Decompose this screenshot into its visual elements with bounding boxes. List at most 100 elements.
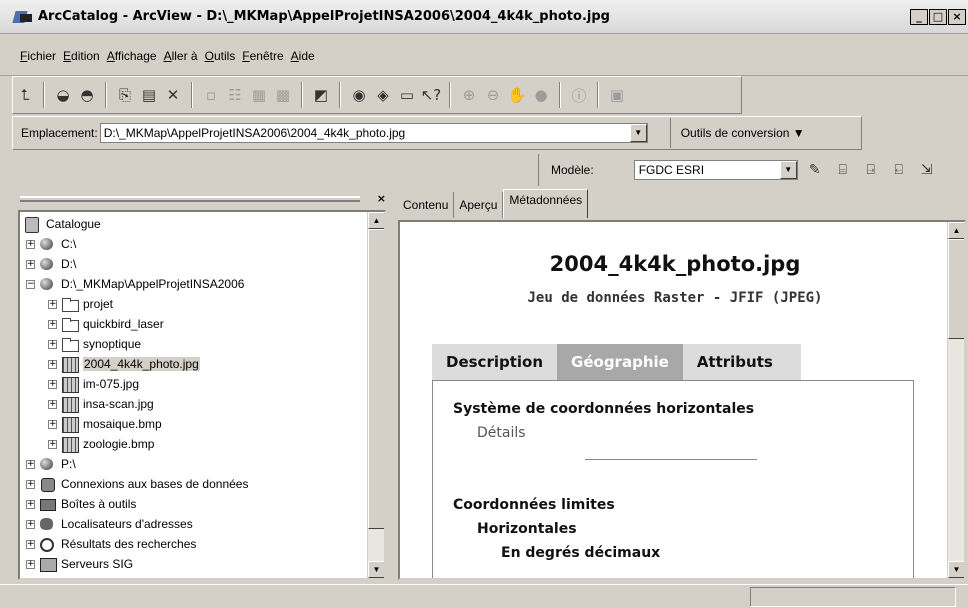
tree-item-address-locators[interactable]: + Localisateurs d'adresses xyxy=(26,514,193,534)
menu-aller-a[interactable]: Aller à xyxy=(164,49,198,63)
scroll-thumb[interactable] xyxy=(368,229,384,529)
scroll-up-icon[interactable]: ▲ xyxy=(948,222,964,239)
tree-item-im-075[interactable]: + im-075.jpg xyxy=(48,374,139,394)
tree-item-catalogue[interactable]: Catalogue xyxy=(24,214,101,234)
edit-metadata-icon[interactable]: ✎ xyxy=(804,162,826,178)
tree-item-projet[interactable]: + projet xyxy=(48,294,113,314)
expand-icon[interactable]: + xyxy=(26,479,35,489)
tab-description[interactable]: Description xyxy=(432,344,558,380)
zoom-out-icon[interactable]: ⊖ xyxy=(482,84,504,106)
expand-icon[interactable]: + xyxy=(48,339,57,349)
tree-item-synoptique[interactable]: + synoptique xyxy=(48,334,141,354)
menu-fenetre[interactable]: Fenêtre xyxy=(242,49,283,63)
menu-affichage[interactable]: Affichage xyxy=(107,49,157,63)
tree-scrollbar[interactable]: ▲ ▼ xyxy=(367,212,384,578)
arctoolbox-icon[interactable]: ◈ xyxy=(372,84,394,106)
folder-icon xyxy=(61,337,79,352)
tree-item-db-connections[interactable]: + Connexions aux bases de données xyxy=(26,474,248,494)
tree-item-appelprojet-folder[interactable]: − D:\_MKMap\AppelProjetINSA2006 xyxy=(26,274,244,294)
maximize-button[interactable]: □ xyxy=(929,9,947,25)
tree-item-label: im-075.jpg xyxy=(83,377,140,391)
export-metadata-icon[interactable]: ⍇ xyxy=(888,162,910,178)
menu-aide[interactable]: Aide xyxy=(291,49,315,63)
conversion-tools-button[interactable]: Outils de conversion ▼ xyxy=(669,118,815,148)
expand-icon[interactable]: + xyxy=(26,259,35,269)
tree-item-mosaique[interactable]: + mosaique.bmp xyxy=(48,414,162,434)
tab-attributs[interactable]: Attributs xyxy=(682,344,801,380)
tree-item-2004-photo[interactable]: + 2004_4k4k_photo.jpg xyxy=(48,354,200,374)
toolbar-separator xyxy=(191,82,193,108)
thumbnails-icon[interactable]: ▩ xyxy=(272,84,294,106)
details-icon[interactable]: ▦ xyxy=(248,84,270,106)
list-icon[interactable]: ☷ xyxy=(224,84,246,106)
tree-item-gis-servers[interactable]: + Serveurs SIG xyxy=(26,554,133,574)
chevron-down-icon[interactable]: ▼ xyxy=(779,161,797,179)
tab-geographie[interactable]: Géographie xyxy=(557,344,683,380)
pan-icon[interactable]: ✋ xyxy=(506,84,528,106)
update-metadata-icon[interactable]: ⇲ xyxy=(916,162,938,178)
drive-icon xyxy=(39,257,57,271)
expand-icon[interactable]: + xyxy=(48,319,57,329)
tree-item-c-drive[interactable]: + C:\ xyxy=(26,234,76,254)
scroll-thumb[interactable] xyxy=(948,239,964,339)
metadata-scrollbar[interactable]: ▲ ▼ xyxy=(947,222,964,578)
import-metadata-icon[interactable]: ⍈ xyxy=(860,162,882,178)
command-line-icon[interactable]: ▭ xyxy=(396,84,418,106)
menu-fichier[interactable]: Fichier xyxy=(20,49,56,63)
tab-metadonnees[interactable]: Métadonnées xyxy=(503,189,589,218)
expand-icon[interactable]: + xyxy=(26,459,35,469)
tree-item-quickbird-laser[interactable]: + quickbird_laser xyxy=(48,314,164,334)
close-button[interactable]: × xyxy=(948,9,966,25)
launch-arcmap-icon[interactable]: ◩ xyxy=(310,84,332,106)
tree-item-d-drive[interactable]: + D:\ xyxy=(26,254,76,274)
create-thumbnail-icon[interactable]: ▣ xyxy=(606,84,628,106)
tree-item-insa-scan[interactable]: + insa-scan.jpg xyxy=(48,394,154,414)
details-link[interactable]: Détails xyxy=(477,425,526,441)
tree-item-toolboxes[interactable]: + Boîtes à outils xyxy=(26,494,136,514)
zoom-in-icon[interactable]: ⊕ xyxy=(458,84,480,106)
collapse-icon[interactable]: − xyxy=(26,279,35,289)
tree-item-zoologie[interactable]: + zoologie.bmp xyxy=(48,434,154,454)
connect-folder-icon[interactable]: ◒ xyxy=(52,84,74,106)
delete-icon[interactable]: ✕ xyxy=(162,84,184,106)
expand-icon[interactable]: + xyxy=(48,359,57,369)
minimize-button[interactable]: _ xyxy=(910,9,928,25)
tab-apercu[interactable]: Aperçu xyxy=(454,192,504,218)
scroll-up-icon[interactable]: ▲ xyxy=(368,212,384,229)
location-combobox[interactable]: D:\_MKMap\AppelProjetINSA2006\2004_4k4k_… xyxy=(99,123,648,143)
up-one-level-icon[interactable]: ⮤ xyxy=(14,84,36,106)
raster-dataset-icon xyxy=(61,377,79,393)
expand-icon[interactable]: + xyxy=(26,559,35,569)
expand-icon[interactable]: + xyxy=(26,499,35,509)
expand-icon[interactable]: + xyxy=(48,419,57,429)
expand-icon[interactable]: + xyxy=(48,299,57,309)
folder-icon xyxy=(61,317,79,332)
search-icon[interactable]: ◉ xyxy=(348,84,370,106)
copy-icon[interactable]: ⎘ xyxy=(114,84,136,106)
whats-this-icon[interactable]: ↖? xyxy=(420,84,442,106)
tree-item-p-drive[interactable]: + P:\ xyxy=(26,454,76,474)
expand-icon[interactable]: + xyxy=(48,399,57,409)
menu-outils[interactable]: Outils xyxy=(205,49,236,63)
scroll-down-icon[interactable]: ▼ xyxy=(368,561,384,578)
menu-edition[interactable]: Edition xyxy=(63,49,100,63)
tree-item-label: Résultats des recherches xyxy=(61,537,197,551)
pane-grip[interactable] xyxy=(20,196,360,202)
expand-icon[interactable]: + xyxy=(48,439,57,449)
expand-icon[interactable]: + xyxy=(48,379,57,389)
tab-contenu[interactable]: Contenu xyxy=(398,192,455,218)
chevron-down-icon[interactable]: ▼ xyxy=(629,124,647,142)
identify-icon[interactable]: ⓘ xyxy=(568,84,590,106)
metadata-properties-icon[interactable]: ⌸ xyxy=(832,162,854,178)
full-extent-icon[interactable]: ● xyxy=(530,84,552,106)
model-combobox[interactable]: FGDC ESRI ▼ xyxy=(633,160,798,180)
scroll-down-icon[interactable]: ▼ xyxy=(948,561,964,578)
tree-item-search-results[interactable]: + Résultats des recherches xyxy=(26,534,196,554)
disconnect-folder-icon[interactable]: ◓ xyxy=(76,84,98,106)
expand-icon[interactable]: + xyxy=(26,519,35,529)
large-icons-icon[interactable]: ▫ xyxy=(200,84,222,106)
expand-icon[interactable]: + xyxy=(26,539,35,549)
close-icon[interactable]: × xyxy=(377,192,386,205)
expand-icon[interactable]: + xyxy=(26,239,35,249)
paste-icon[interactable]: ▤ xyxy=(138,84,160,106)
